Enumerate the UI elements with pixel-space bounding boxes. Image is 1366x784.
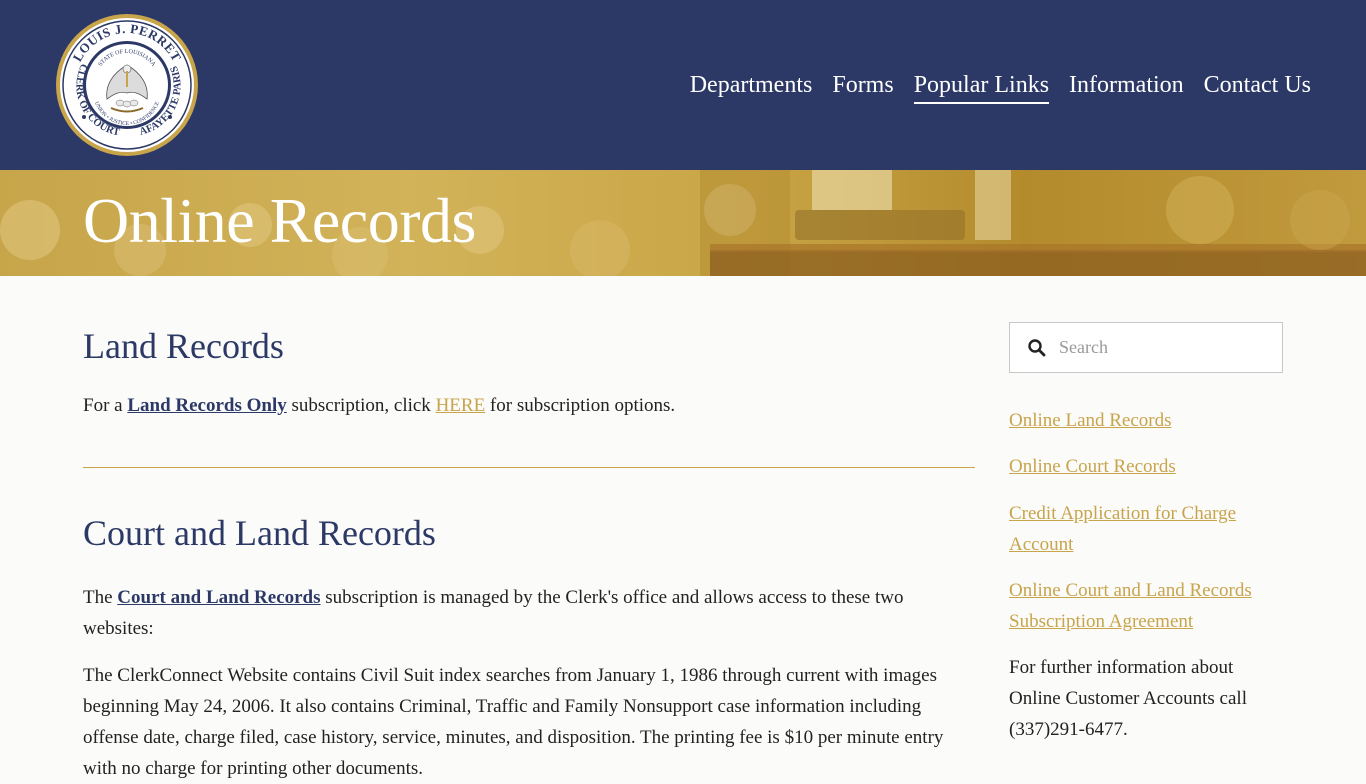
court-land-paragraph: The Court and Land Records subscription … <box>83 582 975 644</box>
here-link[interactable]: HERE <box>436 395 486 416</box>
land-text-before: For a <box>83 395 128 416</box>
nav-forms[interactable]: Forms <box>832 70 893 104</box>
sidebar-link-subscription-agreement[interactable]: Online Court and Land Records Subscripti… <box>1009 575 1283 637</box>
land-records-heading: Land Records <box>83 326 284 366</box>
court-p1-before: The <box>83 587 118 608</box>
nav-popular-links[interactable]: Popular Links <box>913 70 1050 104</box>
land-text-after: for subscription options. <box>485 395 676 416</box>
sidebar-link-credit-application[interactable]: Credit Application for Charge Account <box>1009 498 1283 560</box>
clerkconnect-paragraph: The ClerkConnect Website contains Civil … <box>83 665 944 779</box>
court-land-records-heading: Court and Land Records <box>83 513 436 553</box>
land-records-paragraph: For a Land Records Only subscription, cl… <box>83 390 975 421</box>
search-box[interactable] <box>1009 322 1283 373</box>
clerk-of-court-seal-logo[interactable]: LOUIS J. PERRET CLERK OF COURT LAFAYETTE… <box>55 13 199 157</box>
search-input[interactable] <box>1057 336 1261 359</box>
sidebar-link-online-land-records[interactable]: Online Land Records <box>1009 405 1283 436</box>
sidebar-info-text: For further information about Online Cus… <box>1009 657 1247 740</box>
page-banner: Online Records <box>0 170 1366 276</box>
main-navigation: Departments Forms Popular Links Informat… <box>690 70 1311 104</box>
main-content: Land Records For a Land Records Only sub… <box>83 276 975 784</box>
section-divider <box>83 467 975 468</box>
sidebar-link-online-court-records[interactable]: Online Court Records <box>1009 451 1283 482</box>
nav-contact-us[interactable]: Contact Us <box>1204 70 1311 104</box>
page-title: Online Records <box>83 185 476 256</box>
land-records-only-link[interactable]: Land Records Only <box>127 395 286 416</box>
nav-information[interactable]: Information <box>1069 70 1184 104</box>
site-header: LOUIS J. PERRET CLERK OF COURT LAFAYETTE… <box>0 0 1366 170</box>
search-icon[interactable] <box>1027 338 1047 358</box>
sidebar: Online Land Records Online Court Records… <box>1009 322 1283 745</box>
court-and-land-records-link[interactable]: Court and Land Records <box>117 587 320 608</box>
nav-departments[interactable]: Departments <box>690 70 813 104</box>
land-text-mid: subscription, click <box>286 395 436 416</box>
